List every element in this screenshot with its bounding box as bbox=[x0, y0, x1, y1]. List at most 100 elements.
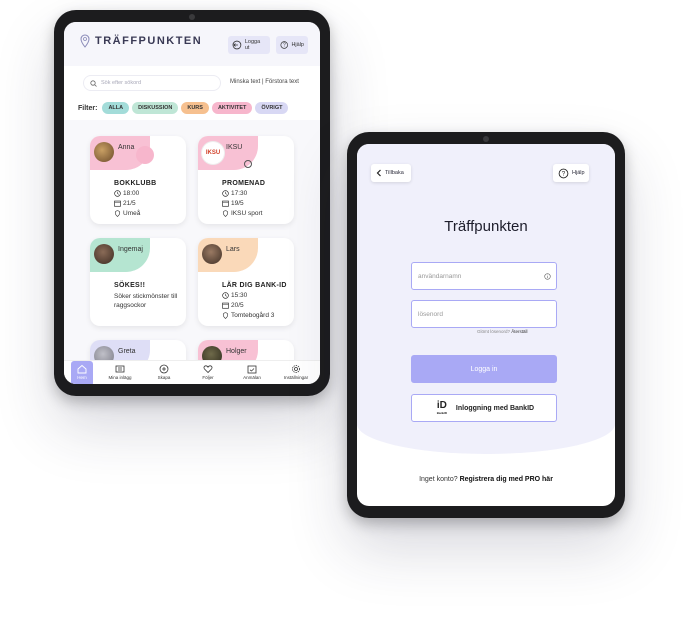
post-title: BOKKLUBB bbox=[114, 180, 157, 187]
location-icon bbox=[222, 210, 229, 217]
logout-icon bbox=[232, 40, 242, 50]
nav-following[interactable]: Följer bbox=[191, 361, 225, 380]
search-placeholder: Sök efter sökord bbox=[101, 80, 142, 86]
author-name: Ingemaj bbox=[118, 246, 143, 253]
clock-icon bbox=[114, 190, 121, 197]
date-text: 19/5 bbox=[231, 200, 244, 207]
post-place: Umeå bbox=[114, 210, 140, 217]
password-placeholder: lösenord bbox=[418, 310, 443, 318]
help-button[interactable]: ? Hjälp bbox=[276, 36, 308, 54]
post-date: 21/5 bbox=[114, 200, 136, 207]
search-input[interactable]: Sök efter sökord bbox=[84, 76, 220, 90]
calendar-icon bbox=[222, 302, 229, 309]
register-link[interactable]: Registrera dig med PRO här bbox=[460, 476, 553, 483]
back-button[interactable]: Tillbaka bbox=[371, 164, 411, 182]
filter-chip-ovrigt[interactable]: ÖVRIGT bbox=[255, 102, 289, 114]
help-label: Hjälp bbox=[291, 42, 304, 48]
date-text: 20/5 bbox=[231, 302, 244, 309]
increase-text-button[interactable]: Förstora text bbox=[265, 79, 299, 85]
post-card[interactable]: Ingemaj SÖKES!! Söker stickmönster till … bbox=[90, 238, 186, 326]
post-time: 18:00 bbox=[114, 190, 139, 197]
nav-my-posts[interactable]: Mina inlägg bbox=[103, 361, 137, 380]
question-icon: ? bbox=[558, 168, 569, 178]
iksu-logo: IKSU bbox=[202, 142, 224, 164]
post-title: SÖKES!! bbox=[114, 282, 146, 289]
filter-chip-diskussion[interactable]: DISKUSSION bbox=[132, 102, 179, 114]
clock-icon bbox=[222, 292, 229, 299]
nav-label: Inställningar bbox=[283, 375, 309, 380]
bottom-nav: Hem Mina inlägg Skapa Följer Anmälan Ins… bbox=[64, 360, 320, 384]
location-pin-icon bbox=[80, 34, 90, 48]
nav-create[interactable]: Skapa bbox=[147, 361, 181, 380]
chevron-left-icon bbox=[376, 169, 381, 177]
svg-text:?: ? bbox=[283, 43, 286, 49]
bankid-login-button[interactable]: iD BankID Inloggning med BankID bbox=[411, 394, 557, 422]
nav-settings[interactable]: Inställningar bbox=[279, 361, 313, 380]
filter-chip-alla[interactable]: ALLA bbox=[102, 102, 130, 114]
place-text: Umeå bbox=[123, 210, 141, 217]
heart-icon bbox=[203, 365, 213, 374]
author-name: Anna bbox=[118, 144, 135, 151]
post-card[interactable]: Lars LÄR DIG BANK-ID 15:30 20/5 Tomtebog… bbox=[198, 238, 294, 326]
camera bbox=[483, 136, 489, 142]
time-text: 15:30 bbox=[231, 292, 248, 299]
nav-label: Skapa bbox=[157, 375, 171, 380]
post-feed: Anna BOKKLUBB 18:00 21/5 Umeå IKSU IKSU … bbox=[64, 120, 320, 384]
post-description: Söker stickmönster till raggsockor bbox=[114, 293, 178, 309]
calendar-icon bbox=[247, 365, 257, 374]
post-time: 15:30 bbox=[222, 292, 247, 299]
clock-icon bbox=[222, 190, 229, 197]
home-icon bbox=[77, 364, 87, 374]
password-field[interactable]: lösenord bbox=[411, 300, 557, 328]
card-accent-dot bbox=[136, 146, 154, 164]
post-card[interactable]: Anna BOKKLUBB 18:00 21/5 Umeå bbox=[90, 136, 186, 224]
date-text: 21/5 bbox=[123, 200, 136, 207]
back-label: Tillbaka bbox=[385, 170, 404, 176]
posts-icon bbox=[115, 365, 125, 373]
register-prompt: Inget konto? Registrera dig med PRO här bbox=[357, 476, 615, 483]
author-name: Lars bbox=[226, 246, 240, 253]
calendar-icon bbox=[222, 200, 229, 207]
login-button[interactable]: Logga in bbox=[411, 355, 557, 383]
post-place: IKSU sport bbox=[222, 210, 262, 217]
post-date: 20/5 bbox=[222, 302, 244, 309]
filter-chip-aktivitet[interactable]: AKTIVITET bbox=[211, 102, 253, 114]
bankid-label: Inloggning med BankID bbox=[455, 404, 535, 412]
tablet-left: TRÄFFPUNKTEN Logga ut ? Hjälp Sök efter … bbox=[54, 10, 330, 396]
nav-signup[interactable]: Anmälan bbox=[235, 361, 269, 380]
decrease-text-button[interactable]: Minska text bbox=[230, 79, 260, 85]
author-name: Holger bbox=[226, 348, 247, 355]
post-title: LÄR DIG BANK-ID bbox=[222, 282, 287, 289]
avatar bbox=[202, 244, 222, 264]
top-bar: TRÄFFPUNKTEN Logga ut ? Hjälp bbox=[64, 22, 320, 66]
more-options-icon[interactable] bbox=[244, 160, 252, 168]
username-field[interactable]: användarnamn bbox=[411, 262, 557, 290]
place-text: IKSU sport bbox=[231, 210, 263, 217]
svg-text:?: ? bbox=[562, 170, 566, 177]
post-time: 17:30 bbox=[222, 190, 247, 197]
post-place: Tomtebogård 3 bbox=[222, 312, 274, 319]
nav-label: Följer bbox=[202, 375, 214, 380]
feed-screen: TRÄFFPUNKTEN Logga ut ? Hjälp Sök efter … bbox=[64, 22, 320, 384]
post-card[interactable]: IKSU IKSU PROMENAD 17:30 19/5 IKSU sport bbox=[198, 136, 294, 224]
separator: | bbox=[262, 79, 264, 85]
avatar bbox=[94, 244, 114, 264]
logout-button[interactable]: Logga ut bbox=[228, 36, 270, 54]
time-text: 18:00 bbox=[123, 190, 140, 197]
login-screen: Tillbaka ? Hjälp Träffpunkten användarna… bbox=[357, 144, 615, 506]
logout-label: Logga ut bbox=[244, 39, 261, 51]
place-text: Tomtebogård 3 bbox=[231, 312, 275, 319]
camera bbox=[189, 14, 195, 20]
text-size-controls: Minska text | Förstora text bbox=[230, 79, 299, 85]
plus-icon bbox=[159, 364, 169, 374]
info-icon[interactable] bbox=[544, 273, 551, 280]
question-icon: ? bbox=[280, 41, 288, 49]
register-prefix: Inget konto? bbox=[419, 476, 458, 483]
reset-password-link[interactable]: Återställ bbox=[511, 329, 527, 334]
filter-chip-kurs[interactable]: KURS bbox=[181, 102, 209, 114]
nav-home[interactable]: Hem bbox=[71, 361, 93, 384]
help-button[interactable]: ? Hjälp bbox=[553, 164, 589, 182]
avatar bbox=[94, 142, 114, 162]
author-name: IKSU bbox=[226, 144, 243, 151]
gear-icon bbox=[292, 365, 300, 373]
